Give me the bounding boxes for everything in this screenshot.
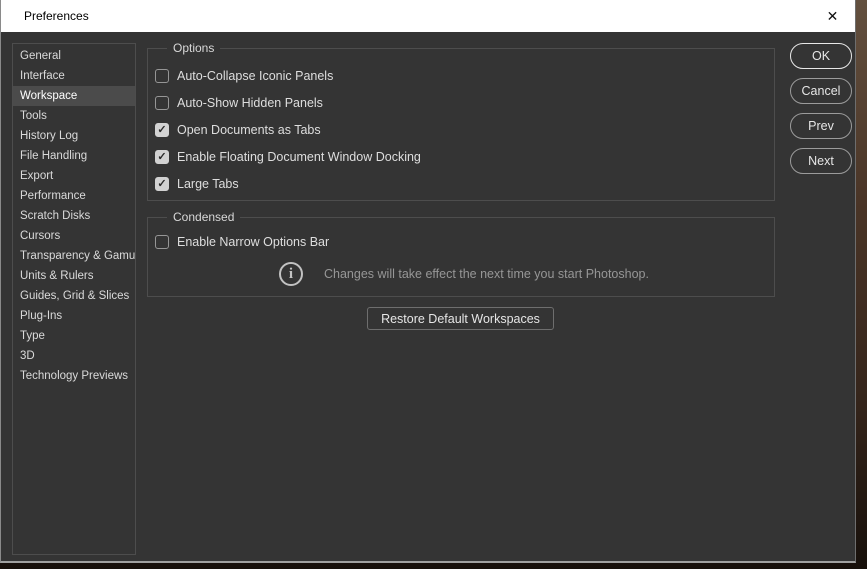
open-docs-tabs-checkbox[interactable]: ✓ bbox=[155, 123, 169, 137]
sidebar-item-history-log[interactable]: History Log bbox=[13, 126, 135, 146]
options-rows: Auto-Collapse Iconic Panels Auto-Show Hi… bbox=[148, 49, 774, 197]
large-tabs-label: Large Tabs bbox=[177, 177, 239, 191]
narrow-options-bar-checkbox[interactable] bbox=[155, 235, 169, 249]
preferences-dialog: Preferences ✕ General Interface Workspac… bbox=[0, 0, 856, 563]
sidebar: General Interface Workspace Tools Histor… bbox=[12, 43, 136, 555]
checkbox-row-auto-collapse: Auto-Collapse Iconic Panels bbox=[155, 62, 774, 89]
sidebar-item-export[interactable]: Export bbox=[13, 166, 135, 186]
titlebar: Preferences ✕ bbox=[1, 0, 855, 32]
sidebar-item-general[interactable]: General bbox=[13, 46, 135, 66]
window-title: Preferences bbox=[1, 9, 89, 23]
cancel-button[interactable]: Cancel bbox=[790, 78, 852, 104]
restart-notice-text: Changes will take effect the next time y… bbox=[324, 267, 649, 281]
sidebar-item-tools[interactable]: Tools bbox=[13, 106, 135, 126]
open-docs-tabs-label: Open Documents as Tabs bbox=[177, 123, 321, 137]
options-group: Options Auto-Collapse Iconic Panels Auto… bbox=[147, 48, 775, 201]
large-tabs-checkbox[interactable]: ✓ bbox=[155, 177, 169, 191]
info-icon: i bbox=[279, 262, 303, 286]
checkbox-row-open-docs-tabs: ✓ Open Documents as Tabs bbox=[155, 116, 774, 143]
restart-notice: i Changes will take effect the next time… bbox=[279, 262, 774, 286]
sidebar-item-3d[interactable]: 3D bbox=[13, 346, 135, 366]
next-button[interactable]: Next bbox=[790, 148, 852, 174]
floating-docking-label: Enable Floating Document Window Docking bbox=[177, 150, 421, 164]
condensed-group-legend: Condensed bbox=[167, 210, 240, 224]
auto-collapse-label: Auto-Collapse Iconic Panels bbox=[177, 69, 333, 83]
sidebar-item-workspace[interactable]: Workspace bbox=[13, 86, 135, 106]
sidebar-item-scratch-disks[interactable]: Scratch Disks bbox=[13, 206, 135, 226]
sidebar-item-units-rulers[interactable]: Units & Rulers bbox=[13, 266, 135, 286]
auto-collapse-checkbox[interactable] bbox=[155, 69, 169, 83]
checkbox-row-floating-docking: ✓ Enable Floating Document Window Dockin… bbox=[155, 143, 774, 170]
floating-docking-checkbox[interactable]: ✓ bbox=[155, 150, 169, 164]
sidebar-item-cursors[interactable]: Cursors bbox=[13, 226, 135, 246]
sidebar-item-type[interactable]: Type bbox=[13, 326, 135, 346]
checkbox-row-narrow-options-bar: Enable Narrow Options Bar bbox=[155, 228, 774, 255]
checkbox-row-auto-show: Auto-Show Hidden Panels bbox=[155, 89, 774, 116]
sidebar-item-transparency-gamut[interactable]: Transparency & Gamut bbox=[13, 246, 135, 266]
options-group-legend: Options bbox=[167, 41, 220, 55]
sidebar-item-file-handling[interactable]: File Handling bbox=[13, 146, 135, 166]
restore-default-workspaces-button[interactable]: Restore Default Workspaces bbox=[367, 307, 554, 330]
sidebar-item-plug-ins[interactable]: Plug-Ins bbox=[13, 306, 135, 326]
auto-show-checkbox[interactable] bbox=[155, 96, 169, 110]
checkbox-row-large-tabs: ✓ Large Tabs bbox=[155, 170, 774, 197]
sidebar-item-interface[interactable]: Interface bbox=[13, 66, 135, 86]
sidebar-item-technology-previews[interactable]: Technology Previews bbox=[13, 366, 135, 386]
prev-button[interactable]: Prev bbox=[790, 113, 852, 139]
narrow-options-bar-label: Enable Narrow Options Bar bbox=[177, 235, 329, 249]
sidebar-item-performance[interactable]: Performance bbox=[13, 186, 135, 206]
sidebar-item-guides-grid-slices[interactable]: Guides, Grid & Slices bbox=[13, 286, 135, 306]
condensed-group: Condensed Enable Narrow Options Bar i Ch… bbox=[147, 217, 775, 297]
close-icon[interactable]: ✕ bbox=[810, 0, 855, 32]
ok-button[interactable]: OK bbox=[790, 43, 852, 69]
auto-show-label: Auto-Show Hidden Panels bbox=[177, 96, 323, 110]
condensed-rows: Enable Narrow Options Bar i Changes will… bbox=[148, 218, 774, 286]
